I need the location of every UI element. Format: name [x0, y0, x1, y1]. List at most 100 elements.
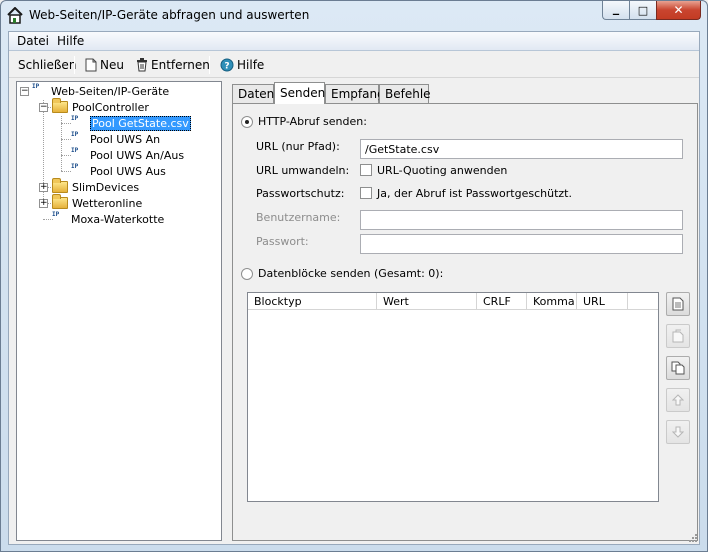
tree-expander-poolcontroller[interactable]: − — [39, 103, 48, 112]
tab-daten[interactable]: Daten — [232, 84, 274, 103]
column-header-url[interactable]: URL — [577, 293, 628, 310]
folder-icon — [52, 98, 68, 113]
edit-document-icon — [672, 329, 684, 343]
network-device-icon-text: IP — [71, 147, 79, 154]
network-device-icon-text: IP — [71, 115, 79, 122]
menu-bar: Datei Hilfe — [9, 32, 699, 51]
url-convert-label: URL umwandeln: — [256, 164, 350, 177]
tree-expander-root[interactable]: − — [20, 87, 29, 96]
new-button-label: Neu — [100, 58, 124, 72]
tree-item-pool-getstate[interactable]: IP Pool GetState.csv — [71, 115, 191, 131]
caption-buttons: ▁ □ ✕ — [602, 1, 701, 21]
tree-item-wetteronline[interactable]: Wetteronline — [52, 194, 142, 211]
tab-empfang[interactable]: Empfang — [325, 84, 385, 103]
tree-item-moxa-waterkotte[interactable]: IP Moxa-Waterkotte — [52, 211, 164, 227]
url-input[interactable] — [360, 139, 683, 159]
close-window-button[interactable]: ✕ — [656, 1, 701, 20]
remove-button[interactable]: Entfernen — [136, 56, 210, 74]
menu-datei[interactable]: Datei — [17, 34, 49, 48]
password-label: Passwort: — [256, 235, 309, 248]
column-header-blocktyp[interactable]: Blocktyp — [248, 293, 377, 310]
folder-icon — [52, 194, 68, 209]
copy-document-icon — [671, 361, 685, 375]
column-header-label: URL — [583, 295, 605, 308]
password-protection-check-label: Ja, der Abruf ist Passwortgeschützt. — [377, 187, 572, 200]
data-blocks-radio[interactable] — [241, 268, 253, 280]
password-protection-label: Passwortschutz: — [256, 187, 345, 200]
svg-text:?: ? — [224, 62, 229, 72]
edit-block-button[interactable] — [666, 324, 690, 348]
network-device-icon-text: IP — [52, 211, 60, 218]
move-up-button[interactable] — [666, 388, 690, 412]
minimize-icon: ▁ — [612, 5, 620, 15]
tree-item-slimdevices[interactable]: SlimDevices — [52, 178, 140, 195]
network-device-icon-text: IP — [71, 163, 79, 170]
move-down-button[interactable] — [666, 420, 690, 444]
column-header-wert[interactable]: Wert — [377, 293, 477, 310]
tree-item-poolcontroller[interactable]: PoolController — [52, 98, 149, 115]
resize-grip-icon[interactable] — [688, 533, 698, 543]
url-quoting-checkbox[interactable] — [360, 164, 372, 176]
toolbar: Schließen Neu Entfernen ? Hilfe — [9, 52, 699, 78]
tab-label: Daten — [238, 87, 275, 101]
maximize-button[interactable]: □ — [629, 1, 656, 20]
data-blocks-label: Datenblöcke senden (Gesamt: 0): — [258, 267, 444, 280]
send-tab-panel: HTTP-Abruf senden: URL (nur Pfad): URL u… — [232, 103, 698, 541]
column-header-crlf[interactable]: CRLF — [477, 293, 527, 310]
menu-hilfe[interactable]: Hilfe — [57, 34, 84, 48]
username-input[interactable] — [360, 210, 683, 230]
http-request-label: HTTP-Abruf senden: — [258, 115, 367, 128]
tree-line — [61, 139, 71, 140]
toolbar-separator — [74, 56, 75, 74]
tree-item-label: Moxa-Waterkotte — [71, 212, 165, 226]
new-document-icon — [672, 297, 684, 311]
close-icon: ✕ — [673, 3, 684, 17]
tree-item-pool-uws-an-aus[interactable]: IP Pool UWS An/Aus — [71, 147, 184, 163]
tab-befehle[interactable]: Befehle — [379, 84, 431, 103]
add-block-button[interactable] — [666, 292, 690, 316]
network-device-icon: IP — [71, 116, 87, 130]
minimize-button[interactable]: ▁ — [602, 1, 629, 20]
tree-item-label: Web-Seiten/IP-Geräte — [51, 84, 170, 98]
house-app-icon — [7, 7, 23, 24]
folder-icon — [52, 178, 68, 193]
arrow-up-icon — [672, 394, 684, 406]
tree-expander-wetteronline[interactable]: + — [39, 199, 48, 208]
remove-button-label: Entfernen — [151, 58, 210, 72]
tree-item-label: SlimDevices — [72, 180, 140, 194]
tab-label: Befehle — [385, 87, 431, 101]
http-request-radio[interactable] — [241, 116, 253, 128]
close-button[interactable]: Schließen — [18, 56, 76, 74]
arrow-down-icon — [672, 426, 684, 438]
main-window: Web-Seiten/IP-Geräte abfragen und auswer… — [0, 0, 708, 552]
help-button-label: Hilfe — [237, 58, 265, 72]
tree-line — [61, 155, 71, 156]
new-button[interactable]: Neu — [85, 56, 124, 74]
data-blocks-list-header: Blocktyp Wert CRLF Komma URL — [248, 293, 658, 310]
tree-item-label: PoolController — [72, 100, 149, 114]
device-tree[interactable]: − IP Web-Seiten/IP-Geräte − PoolControll… — [16, 81, 222, 541]
help-button[interactable]: ? Hilfe — [220, 56, 264, 74]
help-icon: ? — [220, 58, 234, 72]
tree-item-root[interactable]: IP Web-Seiten/IP-Geräte — [32, 83, 169, 99]
tree-line — [61, 116, 62, 171]
tab-label: Empfang — [331, 87, 385, 101]
tab-senden[interactable]: Senden — [274, 82, 325, 104]
tree-item-pool-uws-aus[interactable]: IP Pool UWS Aus — [71, 163, 166, 179]
network-device-icon: IP — [71, 132, 87, 146]
tree-line — [61, 123, 71, 124]
tree-expander-slimdevices[interactable]: + — [39, 183, 48, 192]
column-header-label: CRLF — [483, 295, 511, 308]
copy-block-button[interactable] — [666, 356, 690, 380]
window-title: Web-Seiten/IP-Geräte abfragen und auswer… — [29, 8, 310, 22]
column-header-komma[interactable]: Komma — [527, 293, 577, 310]
title-bar[interactable]: Web-Seiten/IP-Geräte abfragen und auswer… — [1, 1, 707, 31]
tree-item-pool-uws-an[interactable]: IP Pool UWS An — [71, 131, 160, 147]
column-header-label: Wert — [383, 295, 409, 308]
password-input[interactable] — [360, 234, 683, 254]
maximize-icon: □ — [637, 3, 649, 17]
network-device-icon: IP — [52, 212, 68, 226]
data-blocks-list[interactable]: Blocktyp Wert CRLF Komma URL — [247, 292, 659, 502]
password-protection-checkbox[interactable] — [360, 187, 372, 199]
url-label: URL (nur Pfad): — [256, 140, 340, 153]
